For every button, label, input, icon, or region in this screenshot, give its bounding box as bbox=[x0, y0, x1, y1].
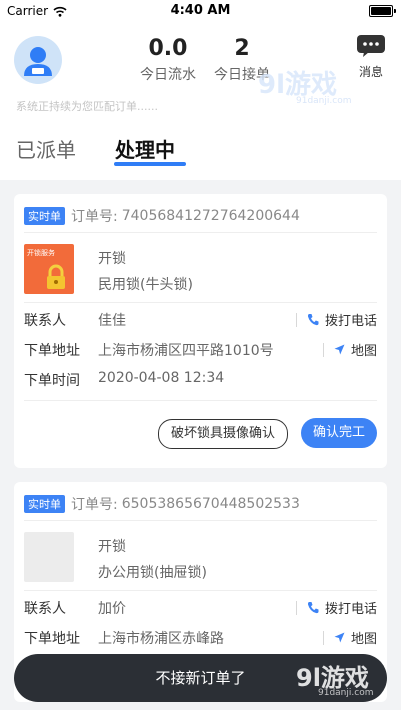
turnover-stat: 0.0 今日流水 bbox=[136, 36, 200, 84]
battery-icon bbox=[369, 5, 396, 17]
call-label: 拨打电话 bbox=[324, 602, 377, 617]
separator bbox=[295, 600, 297, 615]
divider bbox=[24, 302, 377, 303]
navigation-arrow-icon bbox=[334, 344, 345, 355]
orders-taken-value: 2 bbox=[234, 36, 250, 61]
service-thumbnail-placeholder bbox=[24, 532, 74, 582]
map-button[interactable]: 地图 bbox=[322, 628, 377, 647]
phone-icon bbox=[307, 314, 319, 326]
padlock-icon bbox=[47, 264, 65, 289]
stop-new-orders-label: 不接新订单了 bbox=[155, 669, 246, 687]
divider bbox=[24, 520, 377, 521]
order-card[interactable]: 实时单 订单号: 74056841272764200644 开锁服务 开锁 民用… bbox=[14, 194, 387, 468]
tab-dispatched[interactable]: 已派单 bbox=[16, 134, 76, 163]
address-label: 下单地址 bbox=[24, 343, 80, 359]
call-button[interactable]: 拨打电话 bbox=[295, 310, 377, 329]
lock-type: 民用锁(牛头锁) bbox=[98, 277, 193, 293]
contact-label: 联系人 bbox=[24, 601, 66, 617]
status-bar: Carrier 4:40 AM bbox=[0, 0, 401, 22]
order-no-prefix: 订单号: bbox=[71, 209, 118, 225]
order-number-row: 实时单 订单号: 74056841272764200644 bbox=[24, 206, 300, 226]
contact-label: 联系人 bbox=[24, 313, 66, 329]
realtime-tag: 实时单 bbox=[24, 495, 65, 513]
order-time: 2020-04-08 12:34 bbox=[98, 370, 225, 386]
service-thumbnail: 开锁服务 bbox=[24, 244, 74, 294]
order-no-prefix: 订单号: bbox=[71, 497, 118, 513]
watermark-site-bottom: 91danji.com bbox=[318, 688, 374, 698]
map-label: 地图 bbox=[350, 632, 377, 647]
damage-confirm-button[interactable]: 破坏锁具摄像确认 bbox=[157, 419, 288, 449]
separator bbox=[322, 342, 324, 357]
service-type: 开锁 bbox=[98, 539, 126, 555]
turnover-label: 今日流水 bbox=[140, 67, 196, 83]
contact-name: 加价 bbox=[98, 601, 126, 617]
active-tab-indicator bbox=[114, 162, 186, 166]
order-number: 74056841272764200644 bbox=[121, 208, 300, 224]
matching-status-text: 系统正持续为您匹配订单...... bbox=[16, 100, 158, 113]
separator bbox=[322, 630, 324, 645]
divider bbox=[24, 590, 377, 591]
lock-type: 办公用锁(抽屉锁) bbox=[98, 565, 207, 581]
user-avatar-icon bbox=[24, 47, 52, 76]
navigation-arrow-icon bbox=[334, 632, 345, 643]
order-time-label: 下单时间 bbox=[24, 373, 80, 389]
status-time: 4:40 AM bbox=[170, 3, 231, 18]
separator bbox=[295, 312, 297, 327]
turnover-value: 0.0 bbox=[148, 36, 188, 61]
map-button[interactable]: 地图 bbox=[322, 340, 377, 359]
watermark-site-top: 91danji.com bbox=[296, 96, 352, 106]
chat-bubble-icon bbox=[357, 35, 385, 57]
messages-button[interactable]: 消息 bbox=[355, 34, 387, 80]
call-label: 拨打电话 bbox=[324, 314, 377, 329]
order-address: 上海市杨浦区赤峰路 bbox=[98, 631, 224, 647]
tab-processing[interactable]: 处理中 bbox=[115, 134, 175, 163]
divider bbox=[24, 400, 377, 401]
order-number-row: 实时单 订单号: 65053865670448502533 bbox=[24, 494, 300, 514]
order-number: 65053865670448502533 bbox=[121, 496, 300, 512]
call-button[interactable]: 拨打电话 bbox=[295, 598, 377, 617]
service-type: 开锁 bbox=[98, 251, 126, 267]
avatar[interactable] bbox=[14, 36, 62, 84]
confirm-complete-button[interactable]: 确认完工 bbox=[300, 418, 377, 448]
divider bbox=[24, 232, 377, 233]
thumbnail-text: 开锁服务 bbox=[27, 249, 55, 257]
contact-name: 佳佳 bbox=[98, 313, 126, 329]
messages-label: 消息 bbox=[358, 65, 383, 79]
order-tabs: 已派单 处理中 bbox=[0, 132, 401, 172]
address-label: 下单地址 bbox=[24, 631, 80, 647]
realtime-tag: 实时单 bbox=[24, 207, 65, 225]
header: 0.0 今日流水 2 今日接单 消息 系统正持续为您匹配订单...... 已派单… bbox=[0, 22, 401, 180]
order-address: 上海市杨浦区四平路1010号 bbox=[98, 343, 274, 359]
phone-icon bbox=[307, 602, 319, 614]
map-label: 地图 bbox=[350, 344, 377, 359]
